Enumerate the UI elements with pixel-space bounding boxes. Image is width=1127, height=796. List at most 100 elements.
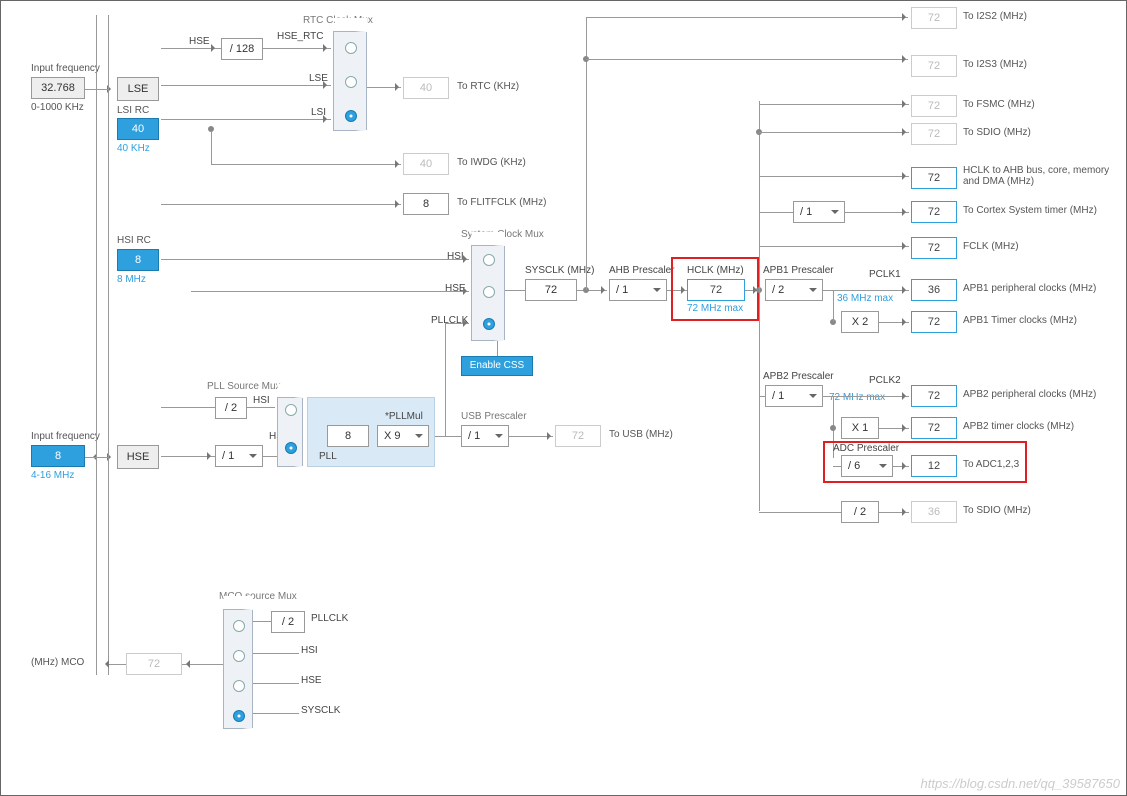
mco-hse-sig: HSE <box>301 675 322 686</box>
mco-port-hsi[interactable] <box>233 650 245 662</box>
rtc-out-value: 40 <box>403 77 449 99</box>
hse-input-value[interactable]: 8 <box>31 445 85 467</box>
ahb-prescaler-select[interactable]: / 1 <box>609 279 667 301</box>
pllmul-select[interactable]: X 9 <box>377 425 429 447</box>
mco-hsi-sig: HSI <box>301 645 318 656</box>
apb1-timer-value: 72 <box>911 311 957 333</box>
apb1-timer-mul: X 2 <box>841 311 879 333</box>
sdio2-value: 36 <box>911 501 957 523</box>
flitfclk-label: To FLITFCLK (MHz) <box>457 197 546 208</box>
sys-hsi-sig: HSI <box>447 251 464 262</box>
lsi-note: 40 KHz <box>117 143 150 154</box>
rtc-out-label: To RTC (KHz) <box>457 81 519 92</box>
apb1-prescaler-label: APB1 Prescaler <box>763 265 834 276</box>
i2s3-label: To I2S3 (MHz) <box>963 59 1027 70</box>
mco-pll-div2: / 2 <box>271 611 305 633</box>
apb1-note: 36 MHz max <box>837 293 893 304</box>
enable-css-button[interactable]: Enable CSS <box>461 356 533 376</box>
mco-port-pllclk[interactable] <box>233 620 245 632</box>
cortex-div-select[interactable]: / 1 <box>793 201 845 223</box>
apb1-prescaler-select[interactable]: / 2 <box>765 279 823 301</box>
pclk1-label: PCLK1 <box>869 269 901 280</box>
i2s3-value: 72 <box>911 55 957 77</box>
sys-clock-mux[interactable] <box>471 245 505 341</box>
usb-prescaler-title: USB Prescaler <box>461 411 527 422</box>
apb2-periph-label: APB2 peripheral clocks (MHz) <box>963 389 1096 400</box>
sys-port-hse[interactable] <box>483 286 495 298</box>
apb2-prescaler-select[interactable]: / 1 <box>765 385 823 407</box>
mco-sysclk-sig: SYSCLK <box>301 705 340 716</box>
lse-range: 0-1000 KHz <box>31 102 84 113</box>
lse-osc-box[interactable]: LSE <box>117 77 159 101</box>
sdio-value: 72 <box>911 123 957 145</box>
usb-prescaler-select[interactable]: / 1 <box>461 425 509 447</box>
fclk-label: FCLK (MHz) <box>963 241 1019 252</box>
iwdg-out-value: 40 <box>403 153 449 175</box>
mco-out-label: (MHz) MCO <box>31 657 84 668</box>
hsi-rc-title: HSI RC <box>117 235 151 246</box>
pll-hsi-sig: HSI <box>253 395 270 406</box>
pll-hsi-div2: / 2 <box>215 397 247 419</box>
hclk-highlight <box>671 257 759 321</box>
cortex-label: To Cortex System timer (MHz) <box>963 205 1097 216</box>
hse-range: 4-16 MHz <box>31 470 74 481</box>
mco-out-value: 72 <box>126 653 182 675</box>
fclk-value: 72 <box>911 237 957 259</box>
mco-port-sysclk[interactable] <box>233 710 245 722</box>
hsi-value: 8 <box>117 249 159 271</box>
hse-div-128: / 128 <box>221 38 263 60</box>
pll-src-hsi[interactable] <box>285 404 297 416</box>
hse-sig: HSE <box>189 36 210 47</box>
pllmul-label: *PLLMul <box>385 411 423 422</box>
mco-port-hse[interactable] <box>233 680 245 692</box>
lse-input-value[interactable]: 32.768 <box>31 77 85 99</box>
sysclk-value[interactable]: 72 <box>525 279 577 301</box>
clock-diagram: Input frequency 32.768 0-1000 KHz LSE LS… <box>0 0 1127 796</box>
flitfclk-value: 8 <box>403 193 449 215</box>
pll-source-mux[interactable] <box>277 397 303 467</box>
apb1-periph-label: APB1 peripheral clocks (MHz) <box>963 283 1096 294</box>
mco-pllclk-sig: PLLCLK <box>311 613 348 624</box>
pll-src-hse[interactable] <box>285 442 297 454</box>
rtc-port-lse[interactable] <box>345 76 357 88</box>
fsmc-label: To FSMC (MHz) <box>963 99 1035 110</box>
sysclk-label: SYSCLK (MHz) <box>525 265 594 276</box>
sdio2-label: To SDIO (MHz) <box>963 505 1031 516</box>
rtc-port-lsi[interactable] <box>345 110 357 122</box>
pll-input-value[interactable]: 8 <box>327 425 369 447</box>
lsi-value: 40 <box>117 118 159 140</box>
apb2-timer-value: 72 <box>911 417 957 439</box>
mco-mux[interactable] <box>223 609 253 729</box>
hsi-note: 8 MHz <box>117 274 146 285</box>
sdio-div2: / 2 <box>841 501 879 523</box>
pll-hse-prediv[interactable]: / 1 <box>215 445 263 467</box>
hse-input-label: Input frequency <box>31 431 100 442</box>
rtc-port-hse-rtc[interactable] <box>345 42 357 54</box>
hse-rtc-sig: HSE_RTC <box>277 31 324 42</box>
pll-source-mux-title: PLL Source Mux <box>207 381 281 392</box>
apb2-timer-label: APB2 timer clocks (MHz) <box>963 421 1074 432</box>
sdio-label: To SDIO (MHz) <box>963 127 1031 138</box>
usb-out-value: 72 <box>555 425 601 447</box>
i2s2-label: To I2S2 (MHz) <box>963 11 1027 22</box>
ahb-prescaler-label: AHB Prescaler <box>609 265 675 276</box>
hse-osc-box[interactable]: HSE <box>117 445 159 469</box>
sys-port-pllclk[interactable] <box>483 318 495 330</box>
lsi-rc-title: LSI RC <box>117 105 149 116</box>
apb2-timer-mul: X 1 <box>841 417 879 439</box>
ahb-bus-value: 72 <box>911 167 957 189</box>
apb1-periph-value: 36 <box>911 279 957 301</box>
apb2-note: 72 MHz max <box>829 392 885 403</box>
apb1-timer-label: APB1 Timer clocks (MHz) <box>963 315 1077 326</box>
iwdg-out-label: To IWDG (KHz) <box>457 157 526 168</box>
lse-input-label: Input frequency <box>31 63 100 74</box>
ahb-bus-label: HCLK to AHB bus, core, memory and DMA (M… <box>963 165 1113 187</box>
watermark: https://blog.csdn.net/qq_39587650 <box>921 776 1121 791</box>
sys-port-hsi[interactable] <box>483 254 495 266</box>
pclk2-label: PCLK2 <box>869 375 901 386</box>
i2s2-value: 72 <box>911 7 957 29</box>
usb-out-label: To USB (MHz) <box>609 429 673 440</box>
cortex-value: 72 <box>911 201 957 223</box>
apb2-prescaler-label: APB2 Prescaler <box>763 371 834 382</box>
rtc-mux[interactable] <box>333 31 367 131</box>
